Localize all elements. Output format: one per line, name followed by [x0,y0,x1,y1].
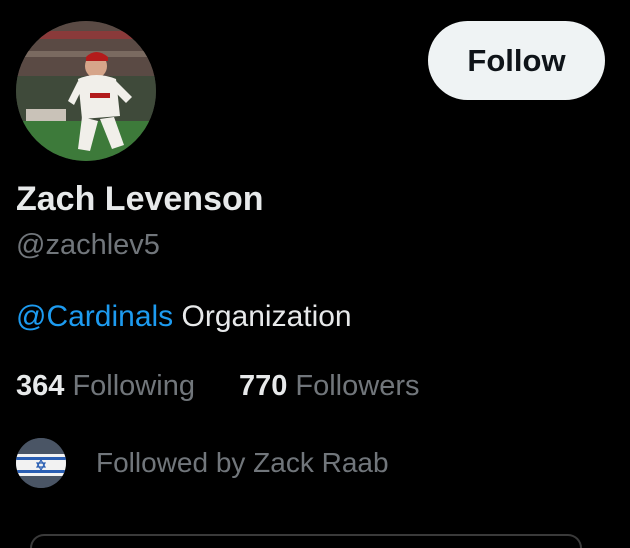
followed-by-row[interactable]: Followed by Zack Raab [16,438,389,488]
bio-text: Organization [173,300,352,333]
user-handle: @zachlev5 [16,229,160,261]
followers-count: 770 [238,370,288,402]
profile-avatar[interactable] [16,21,156,161]
profile-bio: @Cardinals Organization [16,300,352,334]
follower-avatar [16,438,66,488]
next-section-edge [30,534,582,548]
following-label: Following [64,370,195,402]
followers-label: Followers [287,370,420,402]
display-name: Zach Levenson [16,180,264,218]
profile-stats: 364 Following 770 Followers [16,370,420,403]
followed-by-text: Followed by Zack Raab [96,447,389,478]
follow-button[interactable]: Follow [428,21,605,100]
following-count: 364 [16,370,65,402]
followers-link[interactable]: 770 Followers [239,370,420,403]
bio-mention-link[interactable]: @Cardinals [16,300,173,333]
following-link[interactable]: 364 Following [16,370,195,403]
